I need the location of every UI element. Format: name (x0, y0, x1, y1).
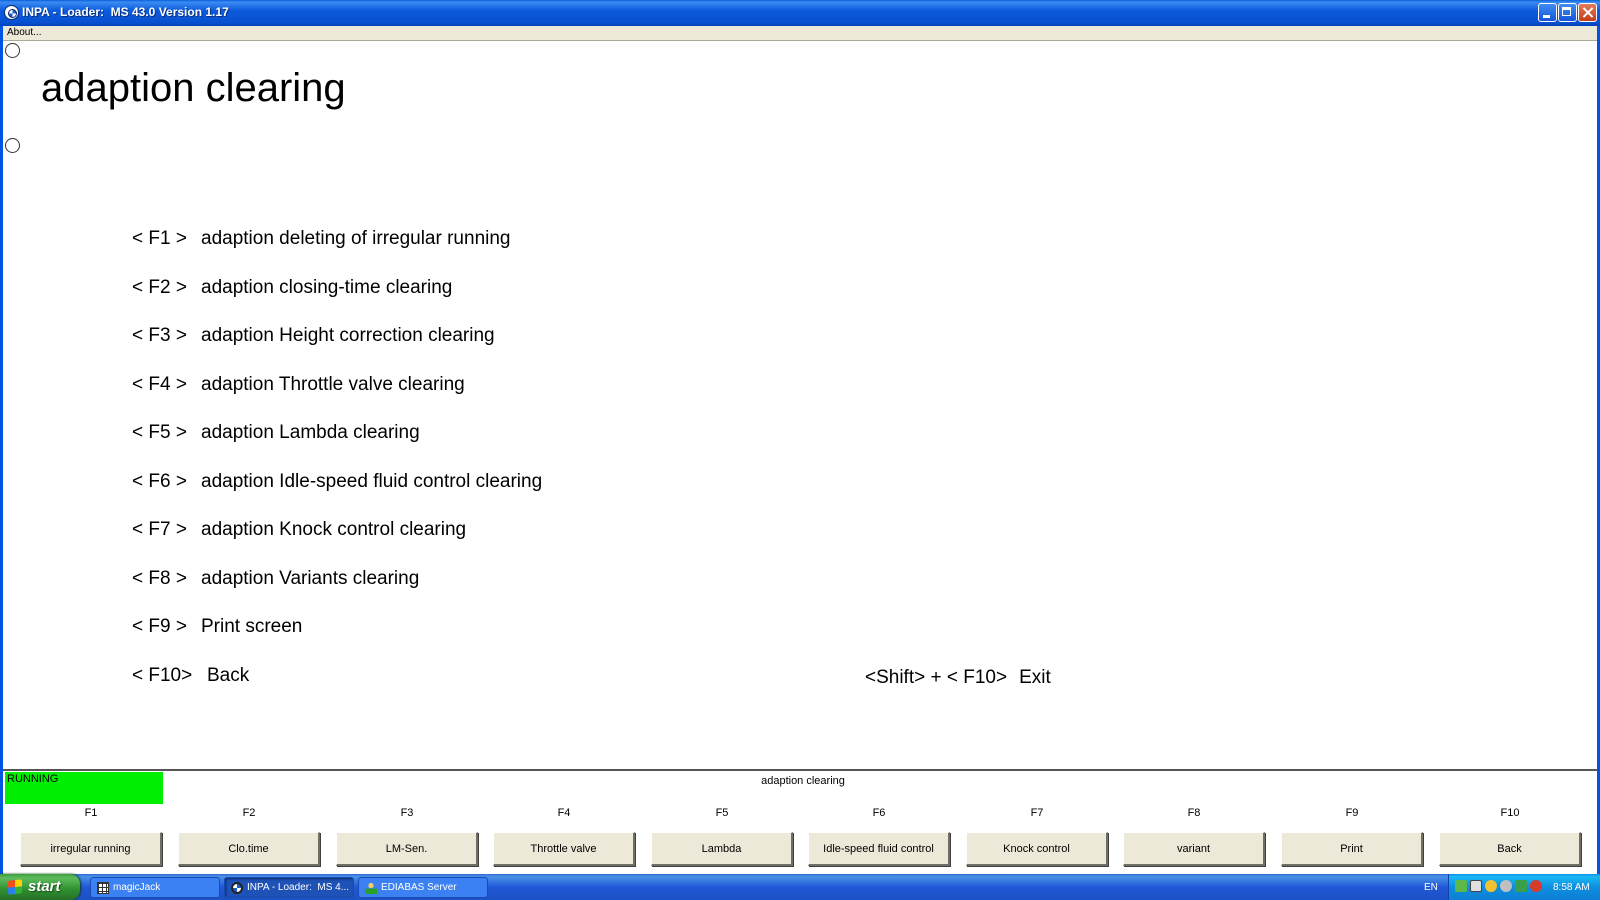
menu-row-key: < F2 > (132, 276, 187, 298)
taskbar: start magicJack INPA - Loader: MS 4... E… (0, 874, 1600, 900)
menu-row-f1: < F1 > adaption deleting of irregular run… (132, 228, 511, 252)
menu-row-label: adaption Height correction clearing (201, 325, 495, 346)
menu-row-label: adaption Throttle valve clearing (201, 373, 465, 395)
fkey-label-f7: F7 (1030, 807, 1044, 819)
menu-row-f2: < F2 > adaption closing-time clearing (132, 277, 452, 301)
speaker-icon[interactable] (1500, 880, 1512, 892)
inpa-window: INPA - Loader: MS 43.0 Version 1.17 Abou… (0, 0, 1600, 876)
person-icon (365, 882, 377, 894)
menu-row-key: < F10> (132, 664, 193, 686)
radio-button-bottom[interactable] (5, 138, 20, 153)
fkey-label-f2: F2 (242, 807, 256, 819)
f6-idle-speed-button[interactable]: Idle-speed fluid control (808, 832, 950, 866)
menu-row-f10: < F10> Back (132, 665, 249, 689)
f3-lm-sensor-button[interactable]: LM-Sen. (336, 832, 478, 866)
network-icon[interactable] (1455, 880, 1467, 892)
f8-variant-button[interactable]: variant (1123, 832, 1265, 866)
taskbar-item-magicjack[interactable]: magicJack (90, 877, 220, 898)
status-badge: RUNNING (5, 772, 163, 804)
maximize-button[interactable] (1558, 3, 1577, 22)
menu-row-f4: < F4 > adaption Throttle valve clearing (132, 374, 465, 398)
close-button[interactable] (1578, 3, 1597, 22)
grid-icon (97, 882, 109, 894)
menu-row-f5: < F5 > adaption Lambda clearing (132, 422, 420, 446)
status-bar: RUNNING adaption clearing F1 F2 F3 F4 F5… (3, 769, 1597, 876)
fkey-label-f3: F3 (400, 807, 414, 819)
start-button[interactable]: start (0, 874, 80, 900)
clock[interactable]: 8:58 AM (1553, 882, 1590, 893)
menu-bar: About... (3, 26, 1597, 41)
title-bar[interactable]: INPA - Loader: MS 43.0 Version 1.17 (0, 0, 1600, 26)
exit-hint-label: Exit (1019, 667, 1051, 688)
fkey-label-f1: F1 (84, 807, 98, 819)
page-title: adaption clearing (41, 66, 346, 110)
menu-row-label: adaption deleting of irregular running (201, 228, 511, 249)
menu-row-label: adaption Knock control clearing (201, 519, 467, 540)
fkey-label-f4: F4 (557, 807, 571, 819)
menu-row-key: < F6 > (132, 470, 187, 492)
fkey-label-f10: F10 (1500, 807, 1520, 819)
exit-hint: <Shift> + < F10> Exit (865, 667, 1051, 689)
menu-row-key: < F7 > (132, 519, 187, 540)
bmw-logo-icon (4, 5, 19, 20)
menu-row-f7: < F7 > adaption Knock control clearing (132, 519, 466, 543)
menu-row-f8: < F8 > adaption Variants clearing (132, 568, 419, 592)
menu-row-key: < F3 > (132, 325, 187, 346)
f10-back-button[interactable]: Back (1439, 832, 1581, 866)
taskbar-item-inpa[interactable]: INPA - Loader: MS 4... (224, 877, 354, 898)
windows-logo-icon (8, 879, 22, 895)
menu-row-label: adaption closing-time clearing (201, 276, 453, 298)
status-text: RUNNING (7, 773, 59, 785)
security-alert-icon[interactable] (1530, 880, 1542, 892)
main-content: adaption clearing < F1 > adaption deletin… (3, 41, 1597, 876)
menu-about[interactable]: About... (7, 27, 41, 38)
f2-closing-time-button[interactable]: Clo.time (178, 832, 320, 866)
f7-knock-control-button[interactable]: Knock control (966, 832, 1108, 866)
f9-print-button[interactable]: Print (1281, 832, 1423, 866)
language-indicator[interactable]: EN (1424, 882, 1438, 893)
f5-lambda-button[interactable]: Lambda (651, 832, 793, 866)
shield-icon[interactable] (1515, 880, 1527, 892)
taskbar-item-label: magicJack (113, 882, 161, 893)
menu-row-label: Print screen (201, 616, 303, 637)
smiley-icon[interactable] (1485, 880, 1497, 892)
menu-row-f9: < F9 > Print screen (132, 616, 302, 640)
status-screen-title: adaption clearing (761, 775, 845, 787)
window-title: INPA - Loader: MS 43.0 Version 1.17 (22, 5, 229, 19)
menu-row-key: < F5 > (132, 422, 187, 443)
minimize-button[interactable] (1538, 3, 1557, 22)
calendar-icon[interactable] (1470, 880, 1482, 892)
start-label: start (28, 878, 61, 895)
radio-button-top[interactable] (5, 43, 20, 58)
menu-row-label: adaption Lambda clearing (201, 422, 420, 443)
fkey-label-f8: F8 (1187, 807, 1201, 819)
fkey-label-f5: F5 (715, 807, 729, 819)
menu-row-label: adaption Idle-speed fluid control cleari… (201, 470, 543, 492)
fkey-label-f6: F6 (872, 807, 886, 819)
taskbar-item-ediabas[interactable]: EDIABAS Server (358, 877, 488, 898)
f1-irregular-running-button[interactable]: irregular running (20, 832, 162, 866)
menu-row-key: < F9 > (132, 616, 187, 637)
taskbar-item-label: EDIABAS Server (381, 882, 457, 893)
menu-row-label: adaption Variants clearing (201, 567, 420, 589)
taskbar-item-label: INPA - Loader: MS 4... (247, 882, 350, 893)
menu-row-key: < F8 > (132, 567, 187, 589)
menu-row-key: < F4 > (132, 373, 187, 395)
bmw-icon (231, 882, 243, 894)
menu-row-label: Back (207, 664, 250, 686)
menu-row-f6: < F6 > adaption Idle-speed fluid control … (132, 471, 542, 495)
f4-throttle-valve-button[interactable]: Throttle valve (493, 832, 635, 866)
exit-hint-key: <Shift> + < F10> (865, 667, 1008, 688)
system-tray: 8:58 AM (1448, 874, 1600, 900)
menu-row-f3: < F3 > adaption Height correction clearin… (132, 325, 495, 349)
menu-row-key: < F1 > (132, 228, 187, 249)
fkey-label-f9: F9 (1345, 807, 1359, 819)
